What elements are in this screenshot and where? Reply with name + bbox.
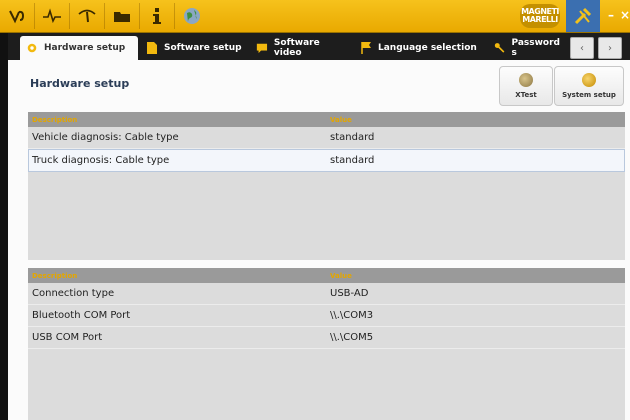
brand-logo: MAGNETI MARELLI	[520, 4, 560, 28]
tab-strip: Hardware setup Software setup Software v…	[8, 33, 630, 60]
tab-hardware-setup[interactable]: Hardware setup	[20, 36, 138, 60]
tab-label: Software setup	[164, 43, 242, 53]
system-setup-button[interactable]: System setup	[554, 66, 624, 106]
row-value: \\.\COM3	[330, 310, 374, 321]
vehicle-icon[interactable]	[0, 3, 35, 29]
xtest-button[interactable]: XTest	[499, 66, 553, 106]
column-header-description[interactable]: Description	[32, 116, 77, 124]
tab-software-setup[interactable]: Software setup	[140, 36, 248, 60]
system-setup-icon	[582, 73, 596, 87]
flag-icon	[361, 42, 371, 54]
left-frame-edge	[0, 33, 8, 420]
tab-label: Hardware setup	[44, 43, 126, 53]
key-icon	[494, 43, 505, 53]
tab-next-button[interactable]: ›	[598, 37, 622, 59]
xtest-label: XTest	[515, 91, 537, 99]
row-description: Vehicle diagnosis: Cable type	[32, 132, 179, 143]
close-button[interactable]: ×	[618, 6, 630, 24]
tab-language-selection[interactable]: Language selection	[354, 36, 486, 60]
page-title: Hardware setup	[30, 77, 130, 90]
column-header-value[interactable]: Value	[330, 272, 352, 280]
gear-icon	[27, 43, 37, 53]
tab-label: Language selection	[378, 43, 477, 53]
connection-grid: Description Value Connection type USB-AD…	[28, 268, 625, 420]
diagnosis-icon[interactable]	[35, 3, 70, 29]
table-row[interactable]: Bluetooth COM Port \\.\COM3	[28, 305, 625, 327]
brand-label: MAGNETI MARELLI	[521, 7, 559, 24]
system-setup-label: System setup	[562, 91, 616, 99]
gauge-icon[interactable]	[70, 3, 105, 29]
document-icon	[147, 42, 157, 54]
table-row-selected[interactable]: Truck diagnosis: Cable type standard	[28, 149, 625, 172]
xtest-icon	[519, 73, 533, 87]
row-value: standard	[330, 132, 375, 143]
chat-icon	[256, 43, 268, 54]
row-description: Bluetooth COM Port	[32, 310, 131, 321]
column-header-description[interactable]: Description	[32, 272, 77, 280]
row-value: \\.\COM5	[330, 332, 374, 343]
main-toolbar: MAGNETI MARELLI – ×	[0, 0, 630, 33]
info-icon[interactable]	[140, 3, 175, 29]
column-header-value[interactable]: Value	[330, 116, 352, 124]
row-value: USB-AD	[330, 288, 369, 299]
table-row[interactable]: USB COM Port \\.\COM5	[28, 327, 625, 349]
cable-type-grid: Description Value Vehicle diagnosis: Cab…	[28, 112, 625, 260]
tab-label: Password s	[511, 38, 560, 58]
tab-label: Software video	[273, 38, 320, 58]
grid-header: Description Value	[28, 112, 625, 127]
tools-icon[interactable]	[566, 0, 600, 32]
tab-password[interactable]: Password s	[488, 36, 566, 60]
row-description: USB COM Port	[32, 332, 103, 343]
grid-header: Description Value	[28, 268, 625, 283]
tab-prev-button[interactable]: ‹	[570, 37, 594, 59]
row-value: standard	[330, 155, 375, 166]
table-row[interactable]: Vehicle diagnosis: Cable type standard	[28, 127, 625, 149]
table-row[interactable]: Connection type USB-AD	[28, 283, 625, 305]
row-description: Truck diagnosis: Cable type	[32, 155, 170, 166]
app-window: MAGNETI MARELLI – × Hardware setup Softw…	[0, 0, 630, 420]
row-description: Connection type	[32, 288, 115, 299]
globe-icon[interactable]	[175, 3, 209, 29]
minimize-button[interactable]: –	[604, 6, 618, 24]
tab-software-video[interactable]: Software video	[250, 36, 350, 60]
hardware-setup-page: Hardware setup XTest System setup Descri…	[8, 60, 630, 420]
folder-icon[interactable]	[105, 3, 140, 29]
